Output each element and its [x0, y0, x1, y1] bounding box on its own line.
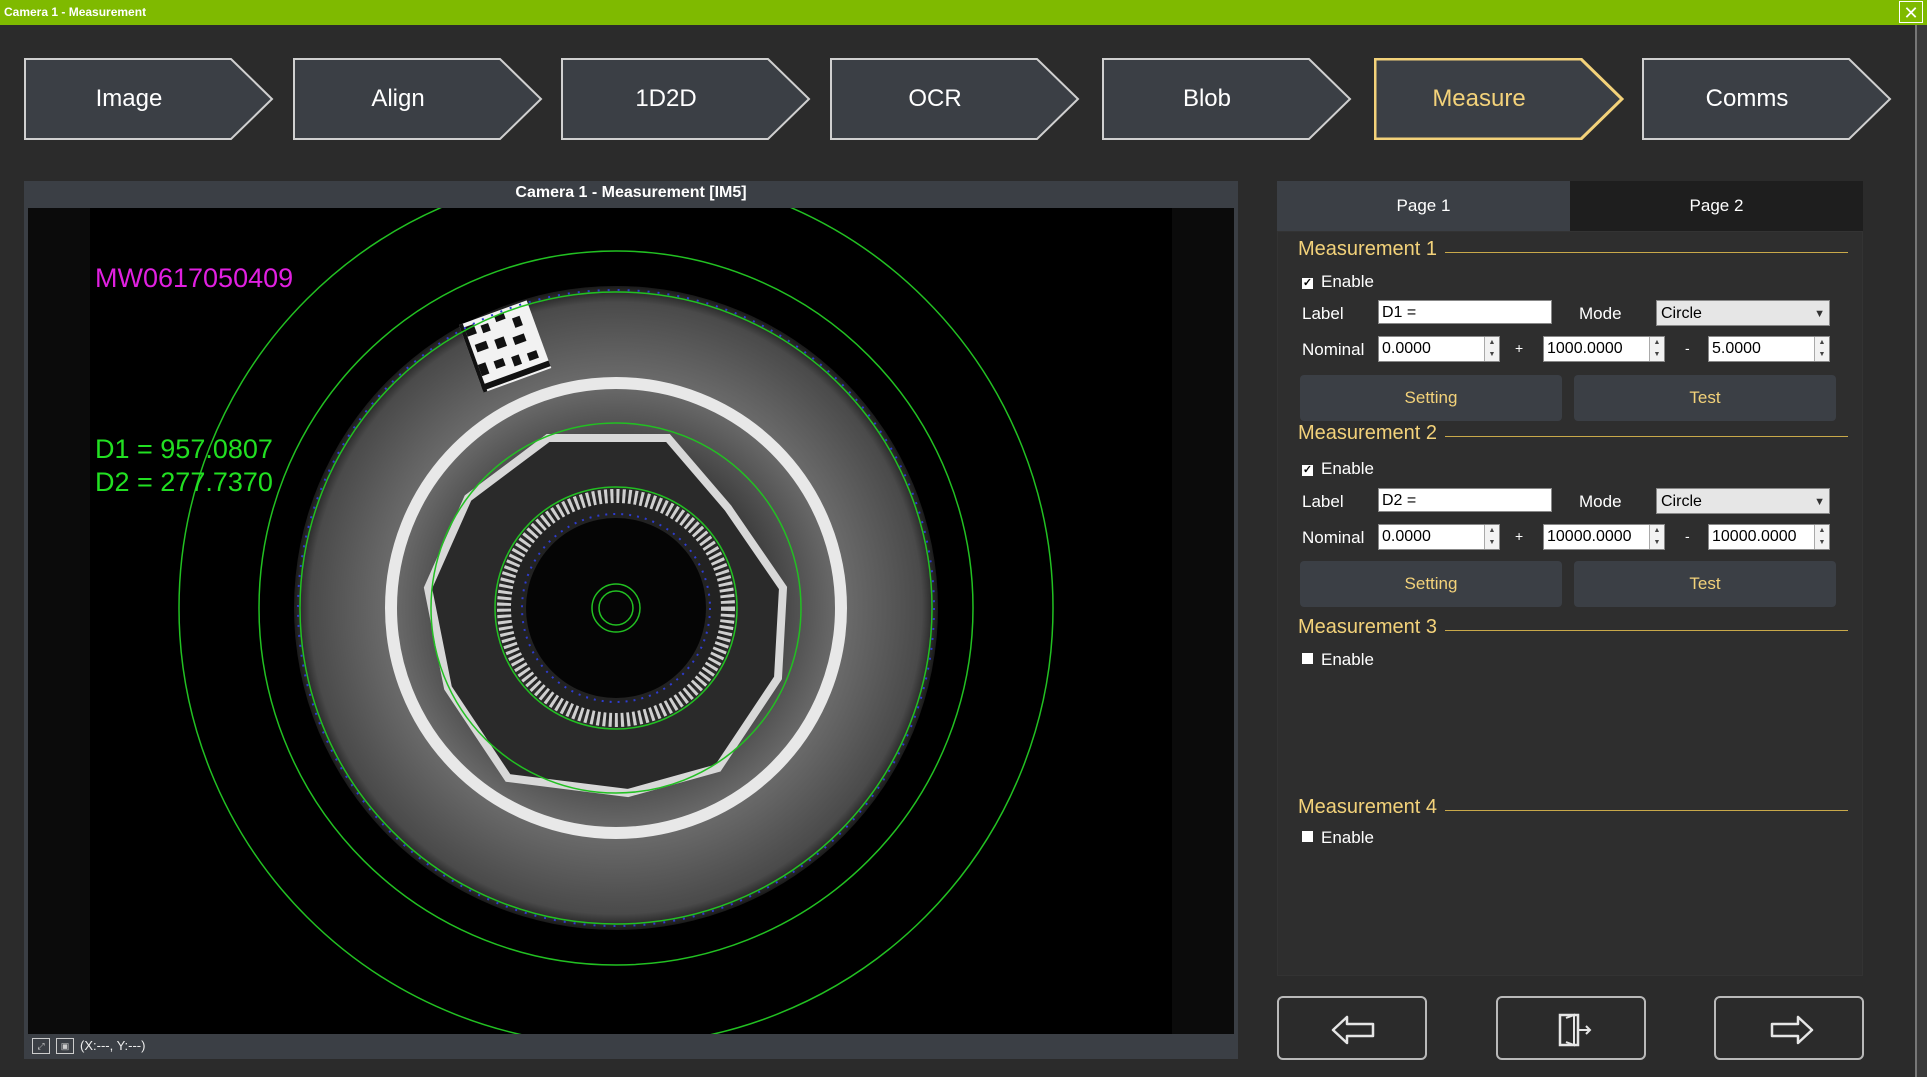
- spinner-arrows-icon[interactable]: ▲ ▼: [1814, 337, 1829, 361]
- window-titlebar: Camera 1 - Measurement ✕: [0, 0, 1927, 25]
- exit-door-icon: [1558, 1013, 1592, 1047]
- mode-value: Circle: [1661, 493, 1702, 510]
- step-blob[interactable]: Blob: [1102, 58, 1352, 140]
- label-caption: Label: [1302, 492, 1344, 511]
- step-1d2d[interactable]: 1D2D: [561, 58, 811, 140]
- step-1d2d-label: 1D2D: [635, 85, 697, 112]
- step-measure[interactable]: Measure: [1374, 58, 1624, 140]
- overlay-d1-result: D1 = 957.0807: [95, 434, 273, 464]
- measurement-2-test-button[interactable]: Test: [1574, 561, 1836, 607]
- window-scrollbar[interactable]: [1915, 25, 1927, 1077]
- measurement-2-minus-tolerance-spinner[interactable]: 10000.0000 ▲ ▼: [1708, 524, 1830, 550]
- measurement-3-enable-checkbox[interactable]: Enable: [1302, 650, 1374, 670]
- measurement-2-header: Measurement 2: [1298, 422, 1848, 446]
- measurement-2-nominal-spinner[interactable]: 0.0000 ▲ ▼: [1378, 524, 1500, 550]
- plus-sign: +: [1515, 528, 1524, 544]
- measurement-1-enable-checkbox[interactable]: ✓ Enable: [1302, 272, 1374, 292]
- measurement-1-test-button[interactable]: Test: [1574, 375, 1836, 421]
- overlay-part-id: MW0617050409: [95, 263, 294, 293]
- measurement-1-header: Measurement 1: [1298, 238, 1848, 262]
- minus-sign: -: [1685, 528, 1690, 544]
- mode-caption: Mode: [1579, 492, 1622, 511]
- measurement-1-minus-tolerance-spinner[interactable]: 5.0000 ▲ ▼: [1708, 336, 1830, 362]
- camera-image-view[interactable]: MW0617050409 D1 = 957.0807 D2 = 277.7370: [28, 208, 1234, 1034]
- spinner-arrows-icon[interactable]: ▲ ▼: [1649, 525, 1664, 549]
- enable-label: Enable: [1321, 459, 1374, 478]
- tab-page-2[interactable]: Page 2: [1570, 181, 1863, 231]
- step-comms[interactable]: Comms: [1642, 58, 1892, 140]
- measurement-2-mode-select[interactable]: Circle ▼: [1656, 488, 1830, 514]
- spinner-arrows-icon[interactable]: ▲ ▼: [1484, 337, 1499, 361]
- nominal-value: 0.0000: [1382, 528, 1431, 545]
- chevron-down-icon: ▼: [1814, 308, 1825, 320]
- measurement-1-title: Measurement 1: [1298, 238, 1445, 261]
- step-image[interactable]: Image: [24, 58, 274, 140]
- step-align[interactable]: Align: [293, 58, 543, 140]
- measurement-1-nominal-spinner[interactable]: 0.0000 ▲ ▼: [1378, 336, 1500, 362]
- arrow-left-icon: [1331, 1015, 1375, 1045]
- tab-page-1[interactable]: Page 1: [1277, 181, 1570, 231]
- checkbox-unchecked-icon: [1302, 831, 1313, 842]
- measurement-settings-panel: Measurement 1 ✓ Enable Label D1 = Mode Ci…: [1277, 231, 1863, 976]
- minus-sign: -: [1685, 340, 1690, 356]
- measurement-1-label-input[interactable]: D1 =: [1378, 300, 1552, 324]
- enable-label: Enable: [1321, 828, 1374, 847]
- image-icon[interactable]: ▣: [56, 1037, 74, 1054]
- plus-tolerance-value: 10000.0000: [1547, 528, 1632, 545]
- measurement-1-mode-select[interactable]: Circle ▼: [1656, 300, 1830, 326]
- plus-tolerance-value: 1000.0000: [1547, 340, 1623, 357]
- measurement-1-setting-button[interactable]: Setting: [1300, 375, 1562, 421]
- checkbox-unchecked-icon: [1302, 653, 1313, 664]
- chevron-down-icon: ▼: [1814, 496, 1825, 508]
- checkbox-checked-icon: ✓: [1302, 277, 1313, 289]
- next-button[interactable]: [1714, 996, 1864, 1060]
- measurement-4-enable-checkbox[interactable]: Enable: [1302, 828, 1374, 848]
- arrow-right-icon: [1770, 1015, 1814, 1045]
- spinner-arrows-icon[interactable]: ▲ ▼: [1484, 525, 1499, 549]
- camera-image-panel: Camera 1 - Measurement [IM5] MW061705040…: [24, 181, 1238, 1059]
- measurement-2-label-input[interactable]: D2 =: [1378, 488, 1552, 512]
- step-ocr-label: OCR: [908, 85, 962, 112]
- nominal-value: 0.0000: [1382, 340, 1431, 357]
- step-align-label: Align: [371, 85, 425, 112]
- camera-image: [28, 208, 1234, 1034]
- overlay-d2-result: D2 = 277.7370: [95, 467, 273, 497]
- checkbox-checked-icon: ✓: [1302, 464, 1313, 476]
- page-tabs: Page 1 Page 2: [1277, 181, 1863, 231]
- label-caption: Label: [1302, 304, 1344, 323]
- spinner-arrows-icon[interactable]: ▲ ▼: [1649, 337, 1664, 361]
- step-measure-label: Measure: [1432, 85, 1526, 112]
- nominal-caption: Nominal: [1302, 528, 1365, 547]
- measurement-3-header: Measurement 3: [1298, 616, 1848, 640]
- measurement-4-header: Measurement 4: [1298, 796, 1848, 820]
- measurement-1-plus-tolerance-spinner[interactable]: 1000.0000 ▲ ▼: [1543, 336, 1665, 362]
- step-image-label: Image: [95, 85, 163, 112]
- step-blob-label: Blob: [1182, 85, 1232, 112]
- step-ocr[interactable]: OCR: [830, 58, 1080, 140]
- mode-caption: Mode: [1579, 304, 1622, 323]
- nominal-caption: Nominal: [1302, 340, 1365, 359]
- image-statusbar: ⤢ ▣ (X:---, Y:---): [32, 1037, 145, 1057]
- minus-tolerance-value: 5.0000: [1712, 340, 1761, 357]
- plus-sign: +: [1515, 340, 1524, 356]
- back-button[interactable]: [1277, 996, 1427, 1060]
- minus-tolerance-value: 10000.0000: [1712, 528, 1797, 545]
- measurement-3-title: Measurement 3: [1298, 616, 1445, 639]
- fit-view-icon[interactable]: ⤢: [32, 1037, 50, 1054]
- image-caption: Camera 1 - Measurement [IM5]: [515, 184, 747, 201]
- close-icon[interactable]: ✕: [1899, 1, 1923, 23]
- measurement-4-title: Measurement 4: [1298, 796, 1445, 819]
- enable-label: Enable: [1321, 272, 1374, 291]
- measurement-2-plus-tolerance-spinner[interactable]: 10000.0000 ▲ ▼: [1543, 524, 1665, 550]
- step-comms-label: Comms: [1705, 85, 1789, 112]
- cursor-coordinates: (X:---, Y:---): [80, 1038, 146, 1054]
- measurement-2-enable-checkbox[interactable]: ✓ Enable: [1302, 459, 1374, 479]
- mode-value: Circle: [1661, 305, 1702, 322]
- exit-button[interactable]: [1496, 996, 1646, 1060]
- measurement-2-setting-button[interactable]: Setting: [1300, 561, 1562, 607]
- spinner-arrows-icon[interactable]: ▲ ▼: [1814, 525, 1829, 549]
- window-title: Camera 1 - Measurement: [4, 5, 147, 19]
- measurement-2-title: Measurement 2: [1298, 422, 1445, 445]
- enable-label: Enable: [1321, 650, 1374, 669]
